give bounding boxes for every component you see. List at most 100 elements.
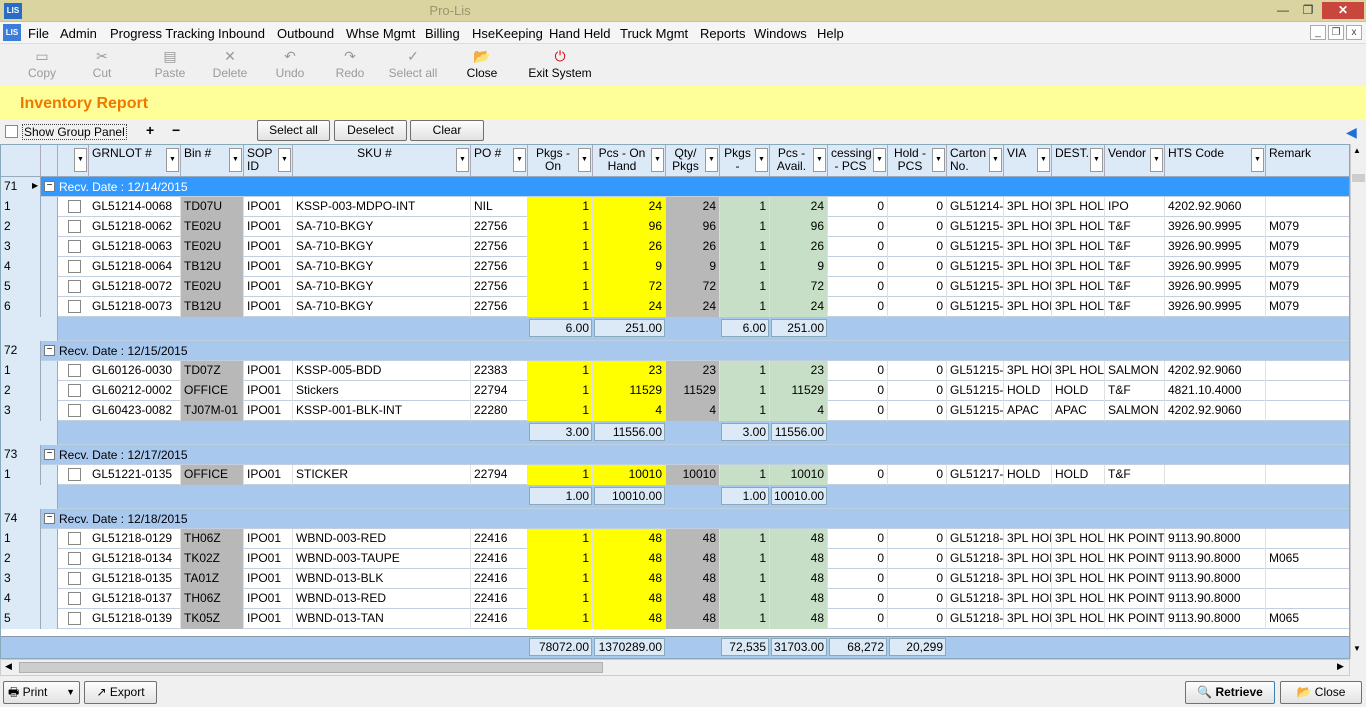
column-header-pcs-av[interactable]: Pcs - Avail. ▼ [770,145,828,177]
hscroll-thumb[interactable] [19,662,603,673]
scroll-thumb[interactable] [1352,174,1365,182]
group-row[interactable]: 74− Recv. Date : 12/18/2015 [1,509,1349,529]
column-header-via[interactable]: VIA ▼ [1004,145,1052,177]
scroll-right-icon[interactable]: ▶ [1337,661,1344,672]
row-checkbox[interactable] [68,280,81,293]
filter-dropdown-icon[interactable]: ▼ [278,148,291,172]
column-header-bin[interactable]: Bin # ▼ [181,145,244,177]
filter-dropdown-icon[interactable]: ▼ [578,148,591,172]
redo-button[interactable]: ↷ Redo [330,46,370,80]
undo-button[interactable]: ↶ Undo [270,46,310,80]
row-checkbox[interactable] [68,364,81,377]
filter-dropdown-icon[interactable]: ▼ [1037,148,1050,172]
collapse-group-icon[interactable]: − [44,449,55,460]
menu-progress-tracking[interactable]: Progress Tracking [110,26,215,41]
column-header-carton[interactable]: Carton No. ▼ [947,145,1004,177]
scroll-left-icon[interactable]: ◀ [5,661,12,672]
close-window-button[interactable]: ✕ [1322,2,1364,19]
row-checkbox[interactable] [68,240,81,253]
column-header-grnlot[interactable]: GRNLOT # ▼ [89,145,181,177]
deselect-button[interactable]: Deselect [334,120,407,141]
filter-dropdown-icon[interactable]: ▼ [932,148,945,172]
close-bottom-button[interactable]: 📂 Close [1280,681,1362,704]
group-row[interactable]: 71 ▶ − Recv. Date : 12/14/2015 [1,177,1349,197]
row-checkbox[interactable] [68,404,81,417]
select-all-toolbar-button[interactable]: ✓ Select all [385,46,441,80]
table-row[interactable]: 6 GL51218-0073 TB12U IPO01 SA-710-BKGY 22756 1… [1,297,1349,317]
table-row[interactable]: 2 GL51218-0134 TK02Z IPO01 WBND-003-TAUPE 224… [1,549,1349,569]
filter-dropdown-icon[interactable]: ▼ [755,148,768,172]
column-header-vendor[interactable]: Vendor ▼ [1105,145,1165,177]
menu-file[interactable]: File [28,26,49,41]
filter-dropdown-icon[interactable]: ▼ [651,148,664,172]
table-row[interactable]: 1 GL60126-0030 TD07Z IPO01 KSSP-005-BDD 22383… [1,361,1349,381]
row-checkbox[interactable] [68,384,81,397]
horizontal-scrollbar[interactable]: ◀ ▶ [0,659,1350,676]
minimize-button[interactable]: — [1270,2,1296,19]
table-row[interactable]: 3 GL51218-0135 TA01Z IPO01 WBND-013-BLK 22416… [1,569,1349,589]
table-row[interactable]: 3 GL51218-0063 TE02U IPO01 SA-710-BKGY 22756 1… [1,237,1349,257]
scroll-down-icon[interactable]: ▼ [1353,644,1361,653]
table-row[interactable]: 1 GL51221-0135 OFFICE IPO01 STICKER 22794 1 100… [1,465,1349,485]
column-header-sku[interactable]: SKU # ▼ [293,145,471,177]
show-group-panel-checkbox[interactable] [5,125,18,138]
menu-help[interactable]: Help [817,26,844,41]
menu-hsekeeping[interactable]: HseKeeping [472,26,543,41]
cut-button[interactable]: ✂ Cut [82,46,122,80]
filter-dropdown-icon[interactable]: ▼ [513,148,526,172]
vertical-scrollbar[interactable]: ▲ ▼ [1350,144,1366,659]
copy-button[interactable]: ▭ Copy [20,46,64,80]
column-header-pkgs-av[interactable]: Pkgs - ▼ [720,145,770,177]
column-header-hold[interactable]: Hold - PCS ▼ [888,145,947,177]
row-checkbox[interactable] [68,552,81,565]
column-header-hts[interactable]: HTS Code ▼ [1165,145,1266,177]
menu-inbound[interactable]: Inbound [218,26,265,41]
table-row[interactable]: 5 GL51218-0072 TE02U IPO01 SA-710-BKGY 22756 1… [1,277,1349,297]
filter-dropdown-icon[interactable]: ▼ [1150,148,1163,172]
filter-dropdown-icon[interactable]: ▼ [813,148,826,172]
scroll-up-icon[interactable]: ▲ [1353,146,1361,155]
column-header-po[interactable]: PO # ▼ [471,145,528,177]
column-header-remark[interactable]: Remark [1266,145,1349,177]
column-header-qty-pkgs[interactable]: Qty/ Pkgs ▼ [666,145,720,177]
row-checkbox[interactable] [68,532,81,545]
clear-button[interactable]: Clear [410,120,484,141]
mdi-minimize-button[interactable]: _ [1310,25,1326,40]
table-row[interactable]: 5 GL51218-0139 TK05Z IPO01 WBND-013-TAN 22416… [1,609,1349,629]
collapse-group-icon[interactable]: − [44,513,55,524]
filter-dropdown-icon[interactable]: ▼ [1251,148,1264,172]
table-row[interactable]: 1 GL51218-0129 TH06Z IPO01 WBND-003-RED 22416… [1,529,1349,549]
column-header-dest[interactable]: DEST. ▼ [1052,145,1105,177]
row-checkbox[interactable] [68,592,81,605]
mdi-close-button[interactable]: x [1346,25,1362,40]
mdi-restore-button[interactable]: ❐ [1328,25,1344,40]
paste-button[interactable]: ▤ Paste [148,46,192,80]
table-row[interactable]: 2 GL60212-0002 OFFICE IPO01 Stickers 22794 1 11… [1,381,1349,401]
filter-dropdown-icon[interactable]: ▼ [1090,148,1103,172]
table-row[interactable]: 4 GL51218-0137 TH06Z IPO01 WBND-013-RED 22416… [1,589,1349,609]
menu-admin[interactable]: Admin [60,26,97,41]
inventory-grid[interactable]: ▼ GRNLOT # ▼ Bin # ▼ SOP ID ▼ SKU # ▼ PO # ▼ Pkgs -… [0,144,1350,659]
table-row[interactable]: 3 GL60423-0082 TJ07M-01 IPO01 KSSP-001-BLK-I… [1,401,1349,421]
row-checkbox[interactable] [68,300,81,313]
collapse-group-icon[interactable]: − [44,181,55,192]
filter-dropdown-icon[interactable]: ▼ [989,148,1002,172]
maximize-button[interactable]: ❐ [1296,2,1320,19]
column-header-processing[interactable]: cessing - PCS ▼ [828,145,888,177]
filter-dropdown-icon[interactable]: ▼ [229,148,242,172]
table-row[interactable]: 2 GL51218-0062 TE02U IPO01 SA-710-BKGY 22756 1… [1,217,1349,237]
row-checkbox[interactable] [68,612,81,625]
group-row[interactable]: 73− Recv. Date : 12/17/2015 [1,445,1349,465]
print-button[interactable]: 🖶 Print ▼ [3,681,80,704]
row-checkbox[interactable] [68,468,81,481]
filter-dropdown-icon[interactable]: ▼ [166,148,179,172]
retrieve-button[interactable]: 🔍 Retrieve [1185,681,1275,704]
collapse-group-icon[interactable]: − [44,345,55,356]
select-all-button[interactable]: Select all [257,120,330,141]
menu-outbound[interactable]: Outbound [277,26,334,41]
menu-billing[interactable]: Billing [425,26,460,41]
table-row[interactable]: 1 GL51214-0068 TD07U IPO01 KSSP-003-MDPO-INT… [1,197,1349,217]
filter-dropdown-icon[interactable]: ▼ [705,148,718,172]
arrow-left-icon[interactable]: ◀ [1346,124,1357,141]
filter-dropdown-icon[interactable]: ▼ [456,148,469,172]
